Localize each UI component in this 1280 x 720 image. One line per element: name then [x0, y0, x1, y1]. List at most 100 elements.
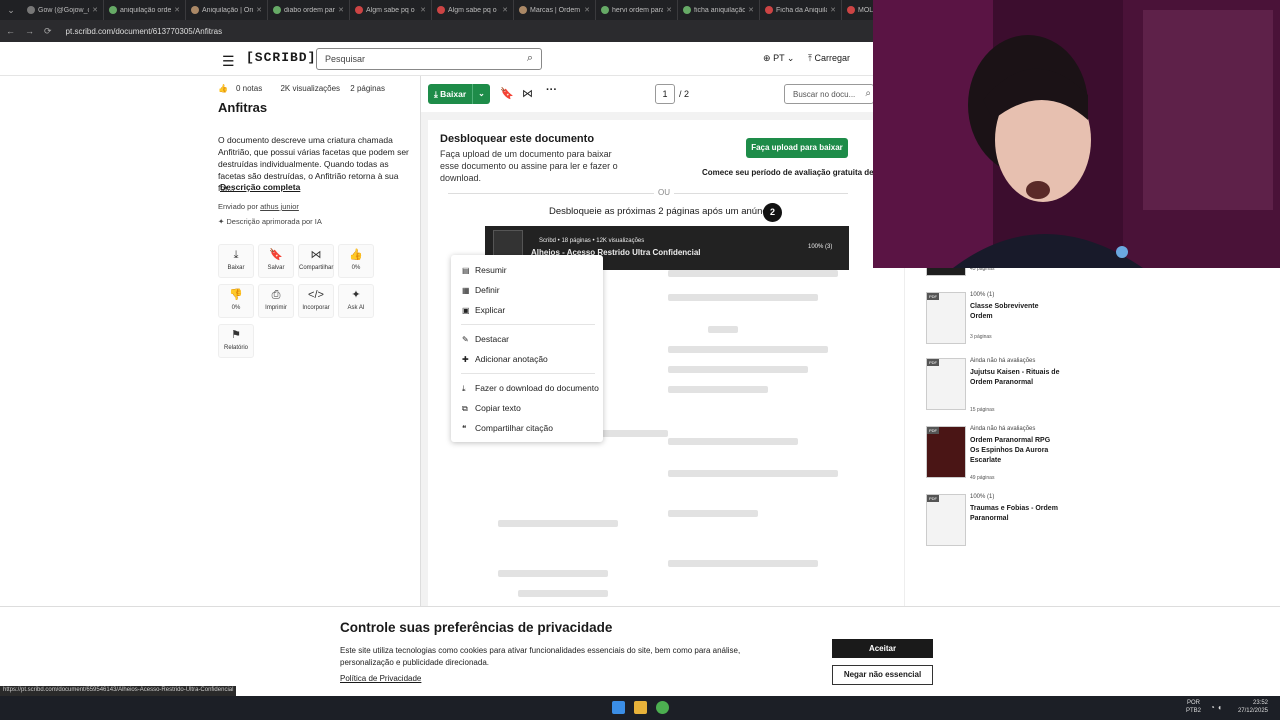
related-document-card[interactable]: PDF 100% (1) Classe Sobrevivente Ordem 3 pá…	[926, 292, 1096, 354]
page-count: 2 páginas	[350, 84, 385, 93]
action-imprimir-button[interactable]: ⎙ Imprimir	[258, 284, 294, 318]
tab-favicon	[601, 6, 609, 14]
action-salvar-button[interactable]: 🔖 Salvar	[258, 244, 294, 278]
menu-item-label: Destacar	[475, 334, 510, 344]
status-bar-url: https://pt.scribd.com/document/659546143…	[0, 686, 237, 696]
menu-item-define[interactable]: ▦ Definir	[462, 285, 500, 295]
close-tab-icon[interactable]: ✕	[174, 6, 180, 14]
webcam-image	[873, 0, 1280, 268]
share-icon[interactable]: ⋈	[522, 87, 533, 100]
embed-icon: </>	[308, 289, 324, 301]
privacy-policy-link[interactable]: Política de Privacidade	[340, 674, 421, 683]
search-icon[interactable]: ⌕	[527, 52, 533, 65]
deny-non-essential-button[interactable]: Negar não essencial	[832, 665, 933, 685]
browser-tab[interactable]: Aniquilação | Ord ✕	[186, 0, 268, 20]
views-count: 2K visualizações	[280, 84, 341, 93]
browser-tab[interactable]: Marcas | Ordem P ✕	[514, 0, 596, 20]
close-tab-icon[interactable]: ✕	[420, 6, 426, 14]
action-label: Ask AI	[347, 305, 365, 311]
menu-icon[interactable]: ☰	[222, 53, 235, 70]
action-compartilhar-button[interactable]: ⋈ Compartilhar	[298, 244, 334, 278]
action-ask-ai-button[interactable]: ✦ Ask AI	[338, 284, 374, 318]
close-tab-icon[interactable]: ✕	[256, 6, 262, 14]
accept-button[interactable]: Aceitar	[832, 639, 933, 658]
close-tab-icon[interactable]: ✕	[584, 6, 590, 14]
tab-title: ficha aniquilação	[694, 6, 746, 14]
suggested-document-rating: 100% (3)	[808, 244, 833, 250]
related-document-card[interactable]: PDF Ainda não há avaliações Ordem Paranorm…	[926, 426, 1096, 488]
action-incorporar-button[interactable]: </> Incorporar	[298, 284, 334, 318]
browser-tab[interactable]: Algm sabe pq o c ✕	[432, 0, 514, 20]
tab-list-icon[interactable]: ⌄	[0, 5, 22, 16]
blurred-text-line	[668, 270, 838, 277]
browser-tab[interactable]: diabo ordem para ✕	[268, 0, 350, 20]
upload-to-download-button[interactable]: Faça upload para baixar	[746, 138, 848, 158]
blurred-text-line	[498, 520, 618, 527]
browser-tab[interactable]: ficha aniquilação ✕	[678, 0, 760, 20]
full-description-link[interactable]: Descrição completa	[220, 182, 300, 192]
tab-title: Algm sabe pq o c	[448, 6, 500, 14]
close-tab-icon[interactable]: ✕	[92, 6, 98, 14]
browser-tab[interactable]: aniquilação orde ✕	[104, 0, 186, 20]
back-icon[interactable]: ←	[6, 26, 15, 36]
browser-tab[interactable]: Algm sabe pq o c ✕	[350, 0, 432, 20]
free-trial-link[interactable]: Comece seu período de avaliação gratuita…	[702, 168, 885, 177]
tab-title: Aniquilação | Ord	[202, 6, 254, 14]
file-explorer-icon[interactable]	[634, 701, 647, 714]
browser-tab[interactable]: Gow (@Gojow_c ✕	[22, 0, 104, 20]
ad-count-badge: 2	[763, 203, 782, 222]
menu-item-copy[interactable]: ⧉ Copiar texto	[462, 403, 521, 414]
tab-title: Marcas | Ordem P	[530, 6, 582, 14]
download-options-chevron-icon[interactable]: ⌄	[472, 84, 490, 104]
menu-item-highlight[interactable]: ✎ Destacar	[462, 334, 509, 344]
tab-favicon	[519, 6, 527, 14]
browser-icon[interactable]	[656, 701, 669, 714]
action-relat-rio-button[interactable]: ⚑ Relatório	[218, 324, 254, 358]
action-0--button[interactable]: 👎 0%	[218, 284, 254, 318]
clock[interactable]: 23:52 27/12/2025	[1238, 699, 1268, 715]
search-icon[interactable]: ⌕	[865, 88, 871, 99]
menu-item-explain[interactable]: ▣ Explicar	[462, 305, 505, 315]
author-link[interactable]: athus junior	[260, 202, 299, 211]
upload-button[interactable]: ⤒ Carregar	[808, 53, 850, 64]
close-tab-icon[interactable]: ✕	[830, 6, 836, 14]
action-label: 0%	[351, 265, 361, 271]
scribd-logo[interactable]: [SCRIBD]	[246, 50, 316, 65]
browser-tab[interactable]: Ficha da Aniquila ✕	[760, 0, 842, 20]
related-document-card[interactable]: PDF Ainda não há avaliações Jujutsu Kaisen…	[926, 358, 1096, 420]
document-thumbnail: PDF	[926, 494, 966, 546]
forward-icon[interactable]: →	[25, 26, 34, 36]
explain-icon: ▣	[462, 306, 470, 315]
menu-item-annotation[interactable]: ✚ Adicionar anotação	[462, 354, 548, 364]
document-search-input[interactable]: Buscar no docu... ⌕	[784, 84, 874, 104]
wifi-icon[interactable]: ◔	[1210, 703, 1215, 712]
ratings-count: 👍 0 notas	[218, 84, 270, 93]
bookmark-icon[interactable]: 🔖	[500, 87, 514, 100]
download-button[interactable]: ⤓ Baixar ⌄	[428, 84, 490, 104]
windows-start-icon[interactable]	[612, 701, 625, 714]
more-options-icon[interactable]: ···	[546, 84, 557, 96]
volume-icon[interactable]: ◖	[1217, 703, 1222, 712]
tab-favicon	[437, 6, 445, 14]
blurred-text-line	[668, 366, 808, 373]
close-tab-icon[interactable]: ✕	[666, 6, 672, 14]
browser-tab[interactable]: hervi ordem para ✕	[596, 0, 678, 20]
action-0--button[interactable]: 👍 0%	[338, 244, 374, 278]
related-document-title: Classe Sobrevivente Ordem	[970, 303, 1039, 320]
page-number-input[interactable]: 1	[655, 84, 675, 104]
tab-favicon	[355, 6, 363, 14]
close-tab-icon[interactable]: ✕	[502, 6, 508, 14]
menu-item-label: Copiar texto	[475, 403, 521, 413]
menu-item-summary[interactable]: ▤ Resumir	[462, 265, 507, 275]
language-selector[interactable]: ⊕ PT ⌄	[763, 53, 794, 64]
download-icon: ⤓	[462, 384, 466, 393]
menu-item-download[interactable]: ⤓ Fazer o download do documento	[462, 383, 599, 394]
related-document-card[interactable]: PDF 100% (1) Traumas e Fobias - Ordem Para…	[926, 494, 1096, 556]
url-field[interactable]: pt.scribd.com/document/613770305/Anfitra…	[66, 27, 223, 36]
close-tab-icon[interactable]: ✕	[338, 6, 344, 14]
search-input[interactable]: Pesquisar ⌕	[316, 48, 542, 70]
menu-item-quote[interactable]: ❝ Compartilhar citação	[462, 423, 553, 433]
close-tab-icon[interactable]: ✕	[748, 6, 754, 14]
reload-icon[interactable]: ⟳	[44, 26, 52, 37]
action-baixar-button[interactable]: ⤓ Baixar	[218, 244, 254, 278]
